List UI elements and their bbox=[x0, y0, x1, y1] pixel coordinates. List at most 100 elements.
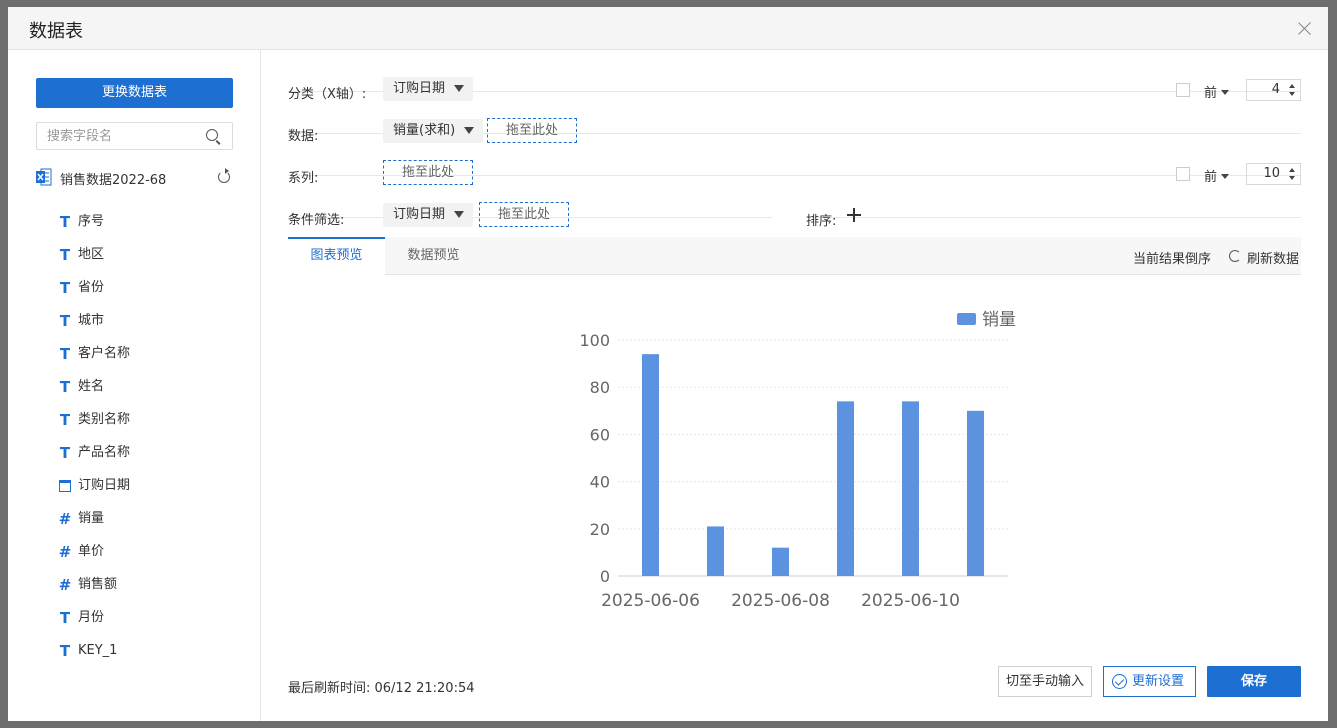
field-item[interactable]: T 客户名称 bbox=[58, 346, 248, 379]
sort-row: 排序: bbox=[806, 176, 1301, 229]
chevron-down-icon bbox=[454, 85, 465, 92]
text-type-icon: T bbox=[59, 642, 71, 660]
tab-data-preview[interactable]: 数据预览 bbox=[385, 237, 482, 275]
text-type-icon: T bbox=[59, 378, 71, 396]
data-row: 数据: 销量(求和) 拖至此处 bbox=[288, 92, 1301, 144]
field-item[interactable]: T 产品名称 bbox=[58, 445, 248, 478]
field-item[interactable]: T 序号 bbox=[58, 214, 248, 247]
field-name: 销售额 bbox=[78, 577, 118, 592]
dialog-title: 数据表 bbox=[29, 21, 83, 42]
excel-icon bbox=[36, 168, 52, 186]
bar bbox=[707, 526, 724, 576]
field-list: T 序号 T 地区 T 省份 T 城市 T 客户名称 T 姓名 T 类别名称 T 产品名称 订购日期 # 销量 # 单价… bbox=[58, 214, 248, 676]
y-tick-label: 0 bbox=[600, 567, 610, 586]
field-name: KEY_1 bbox=[78, 643, 118, 658]
bar bbox=[967, 410, 984, 576]
sort-label: 排序: bbox=[806, 214, 837, 229]
y-tick-label: 100 bbox=[579, 331, 610, 350]
x-tick-label: 2025-06-06 bbox=[601, 591, 700, 611]
x-tick-label: 2025-06-10 bbox=[861, 591, 960, 611]
filter-label: 条件筛选: bbox=[288, 213, 345, 228]
bar bbox=[642, 354, 659, 576]
refresh-icon[interactable] bbox=[1229, 250, 1241, 262]
datasource-name: 销售数据2022-68 bbox=[60, 173, 167, 188]
bar bbox=[902, 401, 919, 576]
field-name: 月份 bbox=[78, 610, 105, 625]
search-icon[interactable] bbox=[206, 129, 218, 141]
field-name: 类别名称 bbox=[78, 412, 131, 427]
text-type-icon: T bbox=[59, 279, 71, 297]
field-name: 序号 bbox=[78, 214, 105, 229]
field-name: 销量 bbox=[78, 511, 105, 526]
close-icon[interactable] bbox=[1296, 19, 1314, 37]
x-tick-label: 2025-06-08 bbox=[731, 591, 830, 611]
update-settings-button[interactable]: 更新设置 bbox=[1103, 666, 1196, 697]
chevron-down-icon bbox=[454, 211, 465, 218]
category-row: 分类（X轴）: 订购日期 前 4 bbox=[288, 50, 1301, 102]
field-search[interactable] bbox=[36, 122, 233, 150]
filter-value: 订购日期 bbox=[393, 207, 446, 222]
tab-chart-preview[interactable]: 图表预览 bbox=[288, 237, 385, 275]
field-name: 姓名 bbox=[78, 379, 105, 394]
bar bbox=[837, 401, 854, 576]
refresh-data-link[interactable]: 刷新数据 bbox=[1247, 248, 1299, 267]
text-type-icon: T bbox=[59, 345, 71, 363]
field-item[interactable]: T KEY_1 bbox=[58, 643, 248, 676]
y-tick-label: 80 bbox=[590, 378, 610, 397]
y-tick-label: 20 bbox=[590, 520, 610, 539]
field-name: 单价 bbox=[78, 544, 105, 559]
field-item[interactable]: # 单价 bbox=[58, 544, 248, 577]
dialog-header: 数据表 bbox=[8, 7, 1328, 50]
filter-row: 条件筛选: 订购日期 拖至此处 bbox=[288, 176, 772, 228]
field-item[interactable]: # 销量 bbox=[58, 511, 248, 544]
preview-tabs: 图表预览 数据预览 当前结果倒序 刷新数据 bbox=[288, 237, 1301, 275]
hash-icon: # bbox=[58, 543, 72, 561]
legend-label: 销量 bbox=[982, 310, 1016, 330]
save-button[interactable]: 保存 bbox=[1207, 666, 1301, 697]
field-item[interactable]: T 地区 bbox=[58, 247, 248, 280]
text-type-icon: T bbox=[59, 444, 71, 462]
data-table-dialog: 数据表 更换数据表 销售数据2022-68 T序号T地区T省份T城市T客户名称T… bbox=[8, 7, 1328, 721]
calendar-icon bbox=[59, 480, 71, 492]
chevron-up-icon[interactable] bbox=[1289, 84, 1295, 88]
y-tick-label: 60 bbox=[590, 425, 610, 444]
field-name: 产品名称 bbox=[78, 445, 131, 460]
chart-area: 0 20 40 60 80 100 2025-06-06 2025-06-08 2025-06-… bbox=[579, 310, 1016, 611]
field-item[interactable]: T 城市 bbox=[58, 313, 248, 346]
field-name: 地区 bbox=[78, 247, 105, 262]
text-type-icon: T bbox=[59, 609, 71, 627]
text-type-icon: T bbox=[59, 312, 71, 330]
update-settings-label: 更新设置 bbox=[1132, 674, 1185, 689]
chevron-up-icon[interactable] bbox=[1289, 168, 1295, 172]
manual-input-button[interactable]: 切至手动输入 bbox=[998, 666, 1092, 697]
field-item[interactable]: # 销售额 bbox=[58, 577, 248, 610]
add-sort-icon[interactable] bbox=[847, 208, 861, 222]
datasource-row: 销售数据2022-68 bbox=[36, 168, 236, 188]
field-item[interactable]: T 类别名称 bbox=[58, 412, 248, 445]
check-circle-icon bbox=[1112, 674, 1127, 689]
field-item[interactable]: 订购日期 bbox=[58, 478, 248, 511]
field-item[interactable]: T 省份 bbox=[58, 280, 248, 313]
field-item[interactable]: T 月份 bbox=[58, 610, 248, 643]
text-type-icon: T bbox=[59, 411, 71, 429]
refresh-datasource-icon[interactable] bbox=[218, 168, 230, 183]
bar bbox=[772, 547, 789, 576]
field-name: 城市 bbox=[78, 313, 105, 328]
text-type-icon: T bbox=[59, 246, 71, 264]
chevron-down-icon bbox=[464, 127, 475, 134]
y-tick-label: 40 bbox=[590, 473, 610, 492]
field-name: 省份 bbox=[78, 280, 105, 295]
filter-dropdown[interactable]: 订购日期 bbox=[383, 203, 474, 227]
field-search-input[interactable] bbox=[37, 123, 197, 149]
hash-icon: # bbox=[58, 510, 72, 528]
legend-swatch bbox=[957, 313, 976, 325]
field-panel: 更换数据表 销售数据2022-68 T序号T地区T省份T城市T客户名称T姓名T类… bbox=[8, 50, 261, 721]
field-name: 订购日期 bbox=[78, 478, 131, 493]
last-refresh-time: 最后刷新时间: 06/12 21:20:54 bbox=[288, 681, 475, 696]
field-item[interactable]: T 姓名 bbox=[58, 379, 248, 412]
field-name: 客户名称 bbox=[78, 346, 131, 361]
reverse-order-link[interactable]: 当前结果倒序 bbox=[1133, 248, 1211, 267]
text-type-icon: T bbox=[59, 213, 71, 231]
filter-drop-zone[interactable]: 拖至此处 bbox=[479, 202, 569, 227]
change-datatable-button[interactable]: 更换数据表 bbox=[36, 78, 233, 108]
